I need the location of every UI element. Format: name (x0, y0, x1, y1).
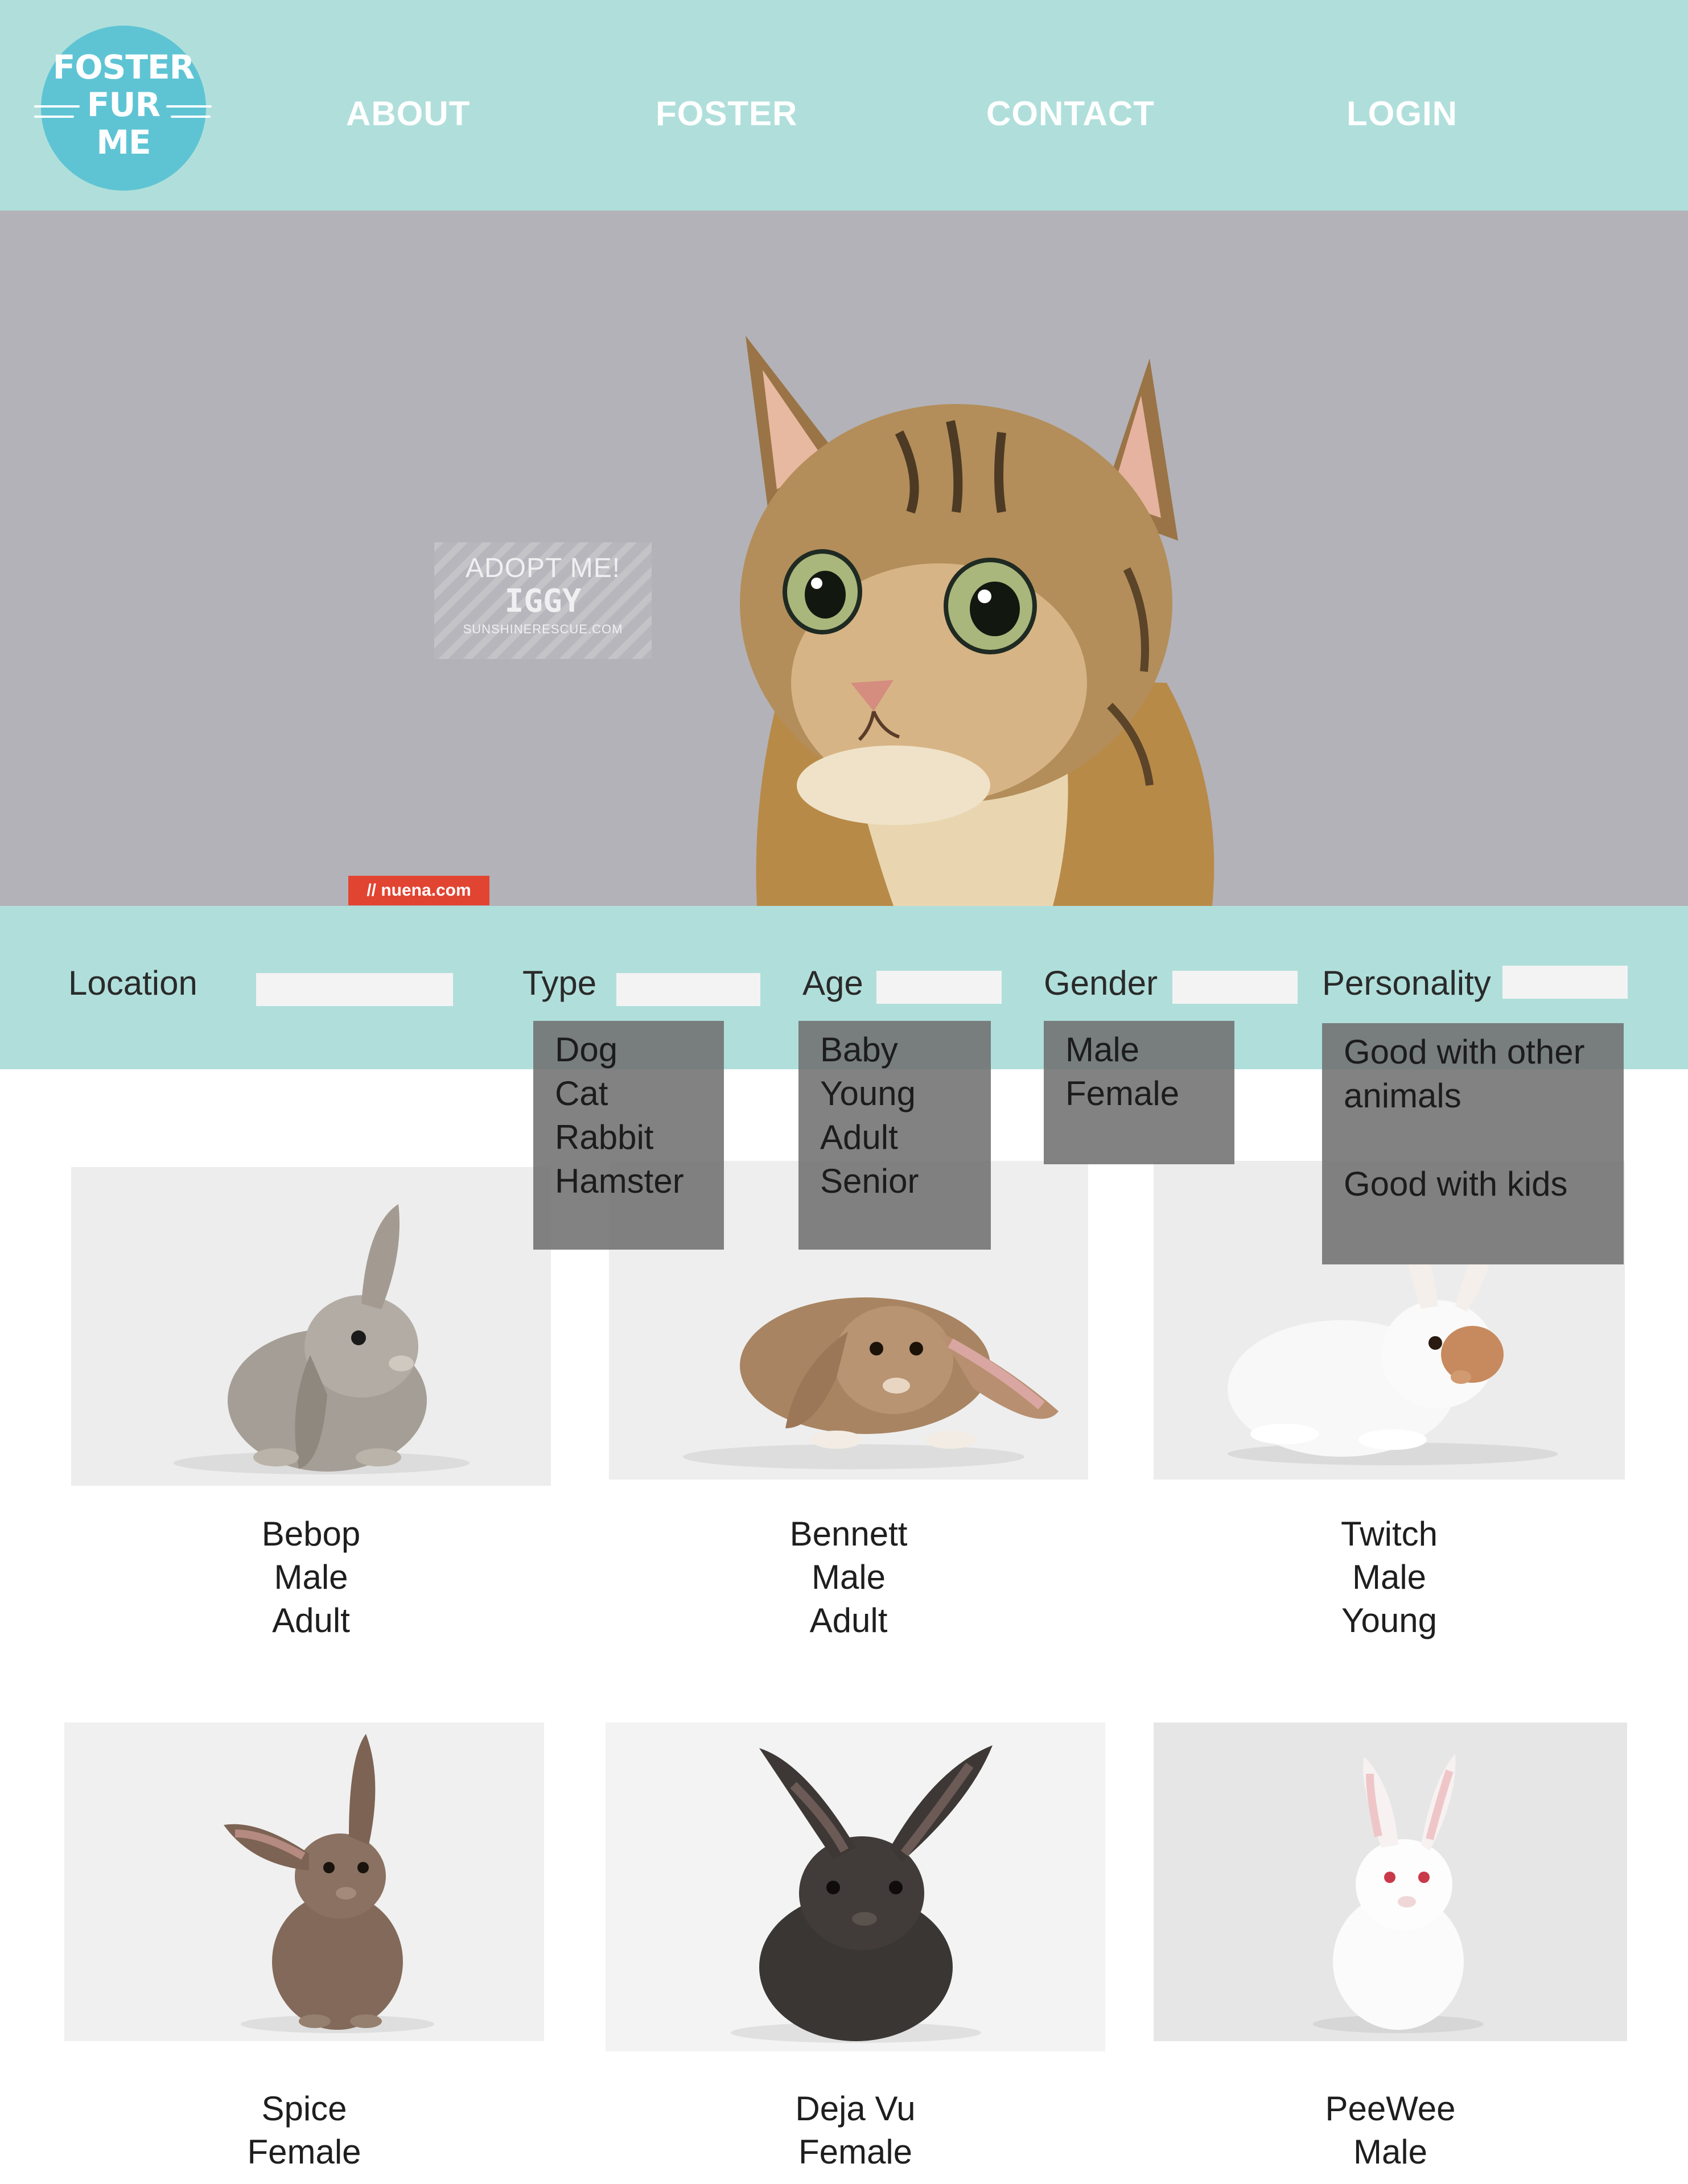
pet-card-caption: Bebop Male Adult (71, 1513, 551, 1642)
personality-label: Personality (1322, 964, 1491, 1002)
site-header: FOSTER FUR ME ABOUT FOSTER CONTACT LOGIN (0, 0, 1688, 211)
pet-gender: Female (798, 2133, 913, 2171)
age-option[interactable]: Young (798, 1072, 991, 1115)
pet-name[interactable]: Bebop (71, 1513, 551, 1556)
type-option[interactable]: Dog (533, 1028, 724, 1072)
white-rabbit-red-eyes (1154, 1723, 1627, 2041)
nav-login[interactable]: LOGIN (1347, 94, 1458, 133)
logo-whisker (34, 105, 80, 108)
badge-headline: ADOPT ME! (465, 553, 621, 583)
location-input[interactable] (256, 973, 453, 1006)
gender-select[interactable] (1172, 971, 1298, 1004)
gender-label: Gender (1044, 964, 1158, 1002)
nav-contact[interactable]: CONTACT (986, 94, 1155, 133)
pet-gender: Male (811, 1558, 886, 1596)
pet-name[interactable]: Twitch (1154, 1513, 1625, 1556)
pet-age: Adult (272, 1601, 350, 1639)
logo-whisker (166, 105, 212, 108)
pet-gender: Male (1353, 2133, 1428, 2171)
type-dropdown: Dog Cat Rabbit Hamster (533, 1021, 724, 1250)
photo-credit-tag[interactable]: // nuena.com (348, 876, 489, 905)
personality-select[interactable] (1502, 966, 1628, 999)
pet-card-caption: Deja Vu Female (606, 2087, 1105, 2174)
pet-card-caption: Spice Female (64, 2087, 544, 2174)
logo-wordmark: FOSTER FUR ME (52, 48, 195, 162)
pet-photo[interactable] (64, 1723, 544, 2041)
pet-card-caption: PeeWee Male (1154, 2087, 1627, 2174)
pet-photo[interactable] (1154, 1723, 1627, 2041)
type-option[interactable]: Hamster (533, 1159, 724, 1203)
location-label: Location (68, 964, 197, 1002)
pet-name[interactable]: PeeWee (1154, 2087, 1627, 2131)
badge-website: SUNSHINERESCUE.COM (463, 622, 623, 636)
logo-whisker (34, 116, 74, 118)
pet-name[interactable]: Spice (64, 2087, 544, 2131)
nav-about[interactable]: ABOUT (346, 94, 470, 133)
pet-age: Young (1341, 1601, 1437, 1639)
gender-option[interactable]: Male (1044, 1028, 1234, 1072)
foster-fur-me-logo[interactable]: FOSTER FUR ME (34, 26, 212, 191)
age-dropdown: Baby Young Adult Senior (798, 1021, 991, 1250)
pet-gender: Male (274, 1558, 348, 1596)
logo-whisker (171, 116, 211, 118)
gender-dropdown: Male Female (1044, 1021, 1234, 1164)
age-select[interactable] (876, 971, 1002, 1004)
adopt-me-badge: ADOPT ME! IGGY SUNSHINERESCUE.COM (434, 542, 652, 659)
pet-photo[interactable] (606, 1723, 1105, 2051)
gender-option[interactable]: Female (1044, 1072, 1234, 1115)
pet-card-caption: Twitch Male Young (1154, 1513, 1625, 1642)
nav-foster[interactable]: FOSTER (656, 94, 797, 133)
type-select[interactable] (616, 973, 760, 1006)
pet-card-caption: Bennett Male Adult (609, 1513, 1088, 1642)
grey-lop-rabbit (71, 1167, 551, 1486)
brown-rabbit (64, 1723, 544, 2041)
type-label: Type (522, 964, 597, 1002)
type-option[interactable]: Cat (533, 1072, 724, 1115)
personality-option[interactable]: Good with kids (1322, 1162, 1624, 1206)
pet-gender: Male (1352, 1558, 1427, 1596)
hero-banner: ADOPT ME! IGGY SUNSHINERESCUE.COM // nue… (0, 211, 1688, 906)
age-label: Age (802, 964, 863, 1002)
age-option[interactable]: Baby (798, 1028, 991, 1072)
age-option[interactable]: Senior (798, 1159, 991, 1203)
type-option[interactable]: Rabbit (533, 1115, 724, 1159)
pet-gender: Female (247, 2133, 361, 2171)
pet-name[interactable]: Deja Vu (606, 2087, 1105, 2131)
pet-age: Adult (809, 1601, 888, 1639)
black-rabbit (606, 1723, 1105, 2051)
badge-pet-name: IGGY (504, 583, 582, 620)
personality-dropdown: Good with other animals Good with kids (1322, 1023, 1624, 1264)
age-option[interactable]: Adult (798, 1115, 991, 1159)
pet-photo[interactable] (71, 1167, 551, 1486)
personality-option[interactable]: Good with other animals (1322, 1030, 1611, 1118)
pet-name[interactable]: Bennett (609, 1513, 1088, 1556)
tabby-cat-photo (740, 336, 1214, 906)
